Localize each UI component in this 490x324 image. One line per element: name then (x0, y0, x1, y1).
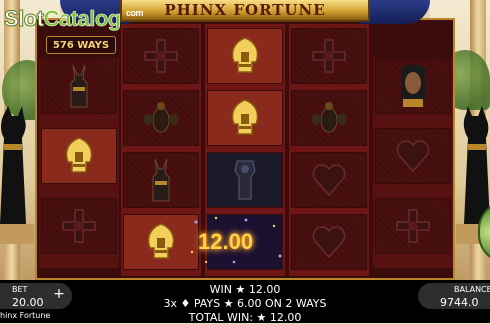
symbol-cross (41, 198, 117, 254)
heart-emblem-icon (312, 164, 346, 197)
symbol-pharaoh (207, 152, 283, 208)
symbol-cross (375, 198, 451, 254)
gold-amulet-icon (147, 223, 175, 259)
watermark-com: com (126, 8, 144, 18)
symbol-heart (291, 214, 367, 270)
cross-emblem-icon (396, 209, 430, 243)
total-win-line: TOTAL WIN: ★ 12.00 (188, 311, 302, 324)
cross-emblem-icon (144, 39, 178, 73)
ways-badge: 576 WAYS (46, 36, 116, 54)
symbol-ankh-gold (41, 128, 117, 184)
symbol-scarab (123, 90, 199, 146)
game-title: PHINX FORTUNE (164, 1, 326, 19)
reel-5 (373, 58, 453, 268)
symbol-cleopatra (375, 58, 451, 114)
watermark: SlotCatalog com (4, 6, 144, 32)
symbol-anubis (123, 152, 199, 208)
cat-statue-left-icon (0, 106, 34, 244)
gold-amulet-icon (231, 37, 259, 73)
pays-line: 3x ♦ PAYS ★ 6.00 ON 2 WAYS (163, 297, 327, 310)
scarab-icon (311, 102, 347, 133)
symbol-scarab (291, 90, 367, 146)
gold-amulet-icon (65, 137, 93, 173)
watermark-catalog: Catalog (43, 6, 121, 32)
symbol-heart (375, 128, 451, 184)
reel-1 (39, 58, 119, 268)
win-amount: 12.00 (198, 229, 254, 254)
game-logo: PHINX FORTUNE (120, 0, 370, 22)
cleopatra-icon (401, 64, 425, 107)
symbol-ankh-gold (207, 28, 283, 84)
heart-emblem-icon (396, 140, 430, 173)
pharaoh-icon (234, 160, 256, 200)
cross-emblem-icon (62, 209, 96, 243)
gold-amulet-icon (231, 99, 259, 135)
cross-emblem-icon (312, 39, 346, 73)
anubis-icon (152, 158, 170, 202)
anubis-icon (70, 64, 88, 108)
win-line: WIN ★ 12.00 (209, 283, 281, 296)
heart-emblem-icon (312, 226, 346, 259)
reel-4 (289, 24, 369, 276)
symbol-heart (291, 152, 367, 208)
symbol-ankh-gold (207, 90, 283, 146)
symbol-cross (123, 28, 199, 84)
symbol-anubis (41, 58, 117, 114)
scarab-icon (143, 102, 179, 133)
symbol-cross (291, 28, 367, 84)
watermark-slot: Slot (4, 6, 45, 32)
